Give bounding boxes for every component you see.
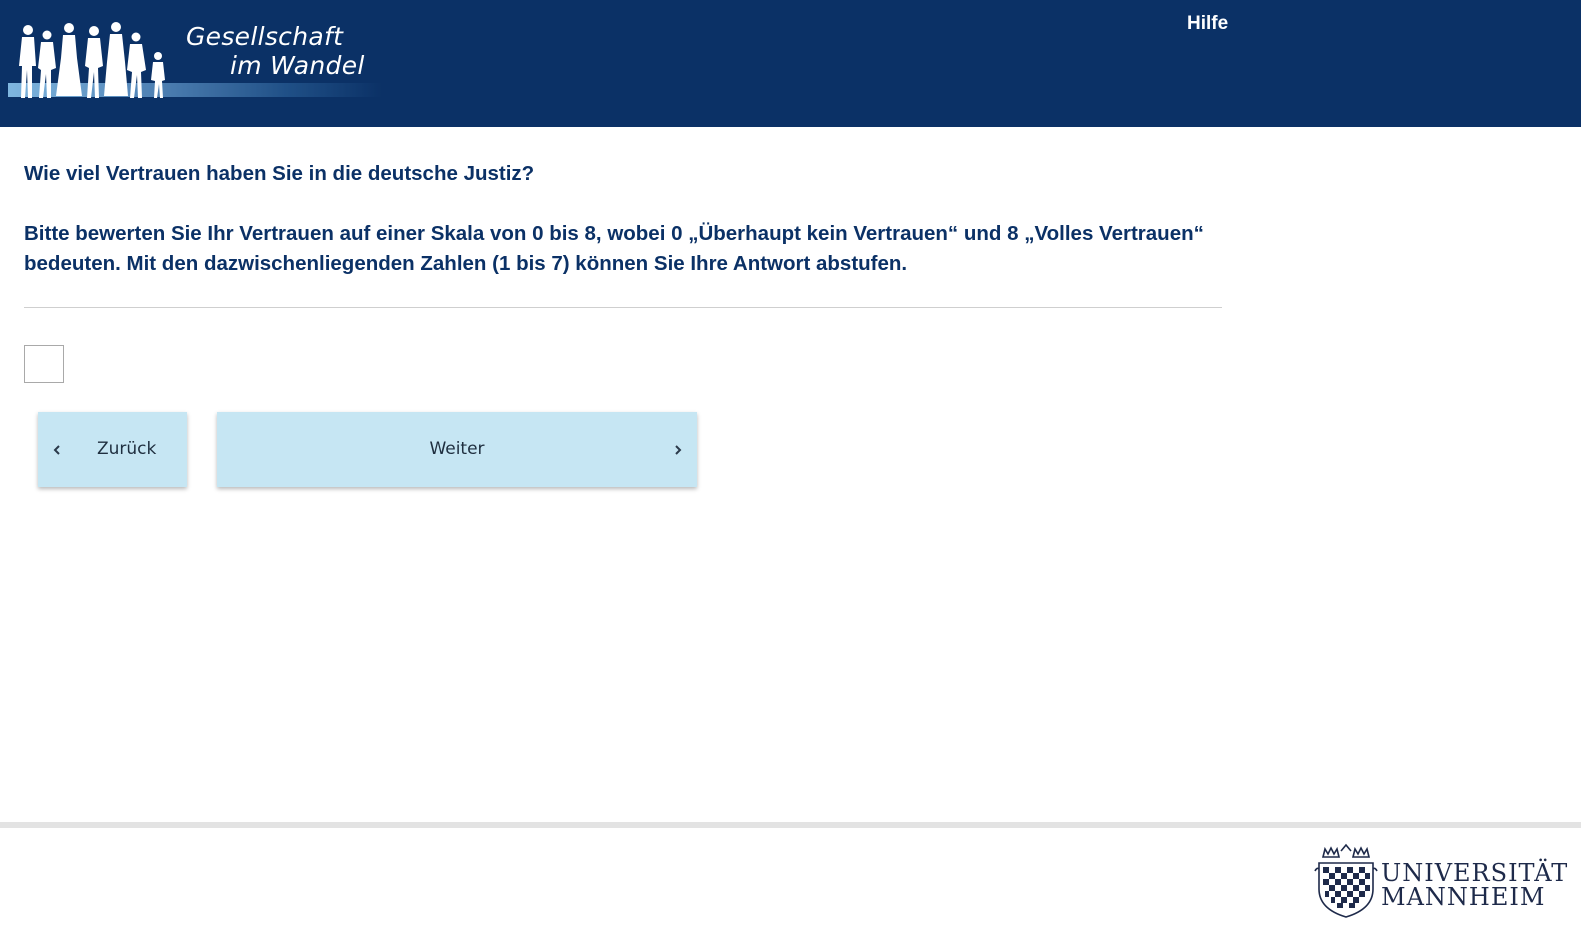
- question-title: Wie viel Vertrauen haben Sie in die deut…: [24, 162, 535, 185]
- logo-text: Gesellschaft im Wandel: [186, 22, 365, 80]
- help-link[interactable]: Hilfe: [1187, 13, 1228, 35]
- university-line1: UNIVERSITÄT: [1381, 859, 1569, 887]
- back-button[interactable]: Zurück: [38, 412, 187, 487]
- people-silhouettes-icon: [19, 22, 165, 98]
- page-header: Gesellschaft im Wandel Hilfe: [0, 0, 1581, 127]
- logo-line2: im Wandel: [230, 51, 365, 80]
- next-button[interactable]: Weiter: [217, 412, 697, 487]
- university-logo: UNIVERSITÄT MANNHEIM: [1313, 843, 1573, 919]
- footer-divider: [0, 822, 1581, 828]
- university-seal-icon: [1314, 843, 1378, 918]
- back-button-label: Zurück: [97, 439, 157, 459]
- university-name: UNIVERSITÄT MANNHEIM: [1381, 861, 1568, 909]
- chevron-right-icon: [675, 445, 682, 455]
- question-instruction: Bitte bewerten Sie Ihr Vertrauen auf ein…: [24, 222, 1204, 275]
- answer-input[interactable]: [24, 345, 64, 383]
- logo-line1: Gesellschaft: [186, 22, 344, 51]
- university-line2: MANNHEIM: [1381, 883, 1546, 911]
- chevron-left-icon: [53, 445, 60, 455]
- question-block: Wie viel Vertrauen haben Sie in die deut…: [24, 159, 1234, 279]
- divider: [24, 307, 1222, 308]
- next-button-label: Weiter: [429, 439, 485, 459]
- survey-logo: Gesellschaft im Wandel: [0, 8, 382, 108]
